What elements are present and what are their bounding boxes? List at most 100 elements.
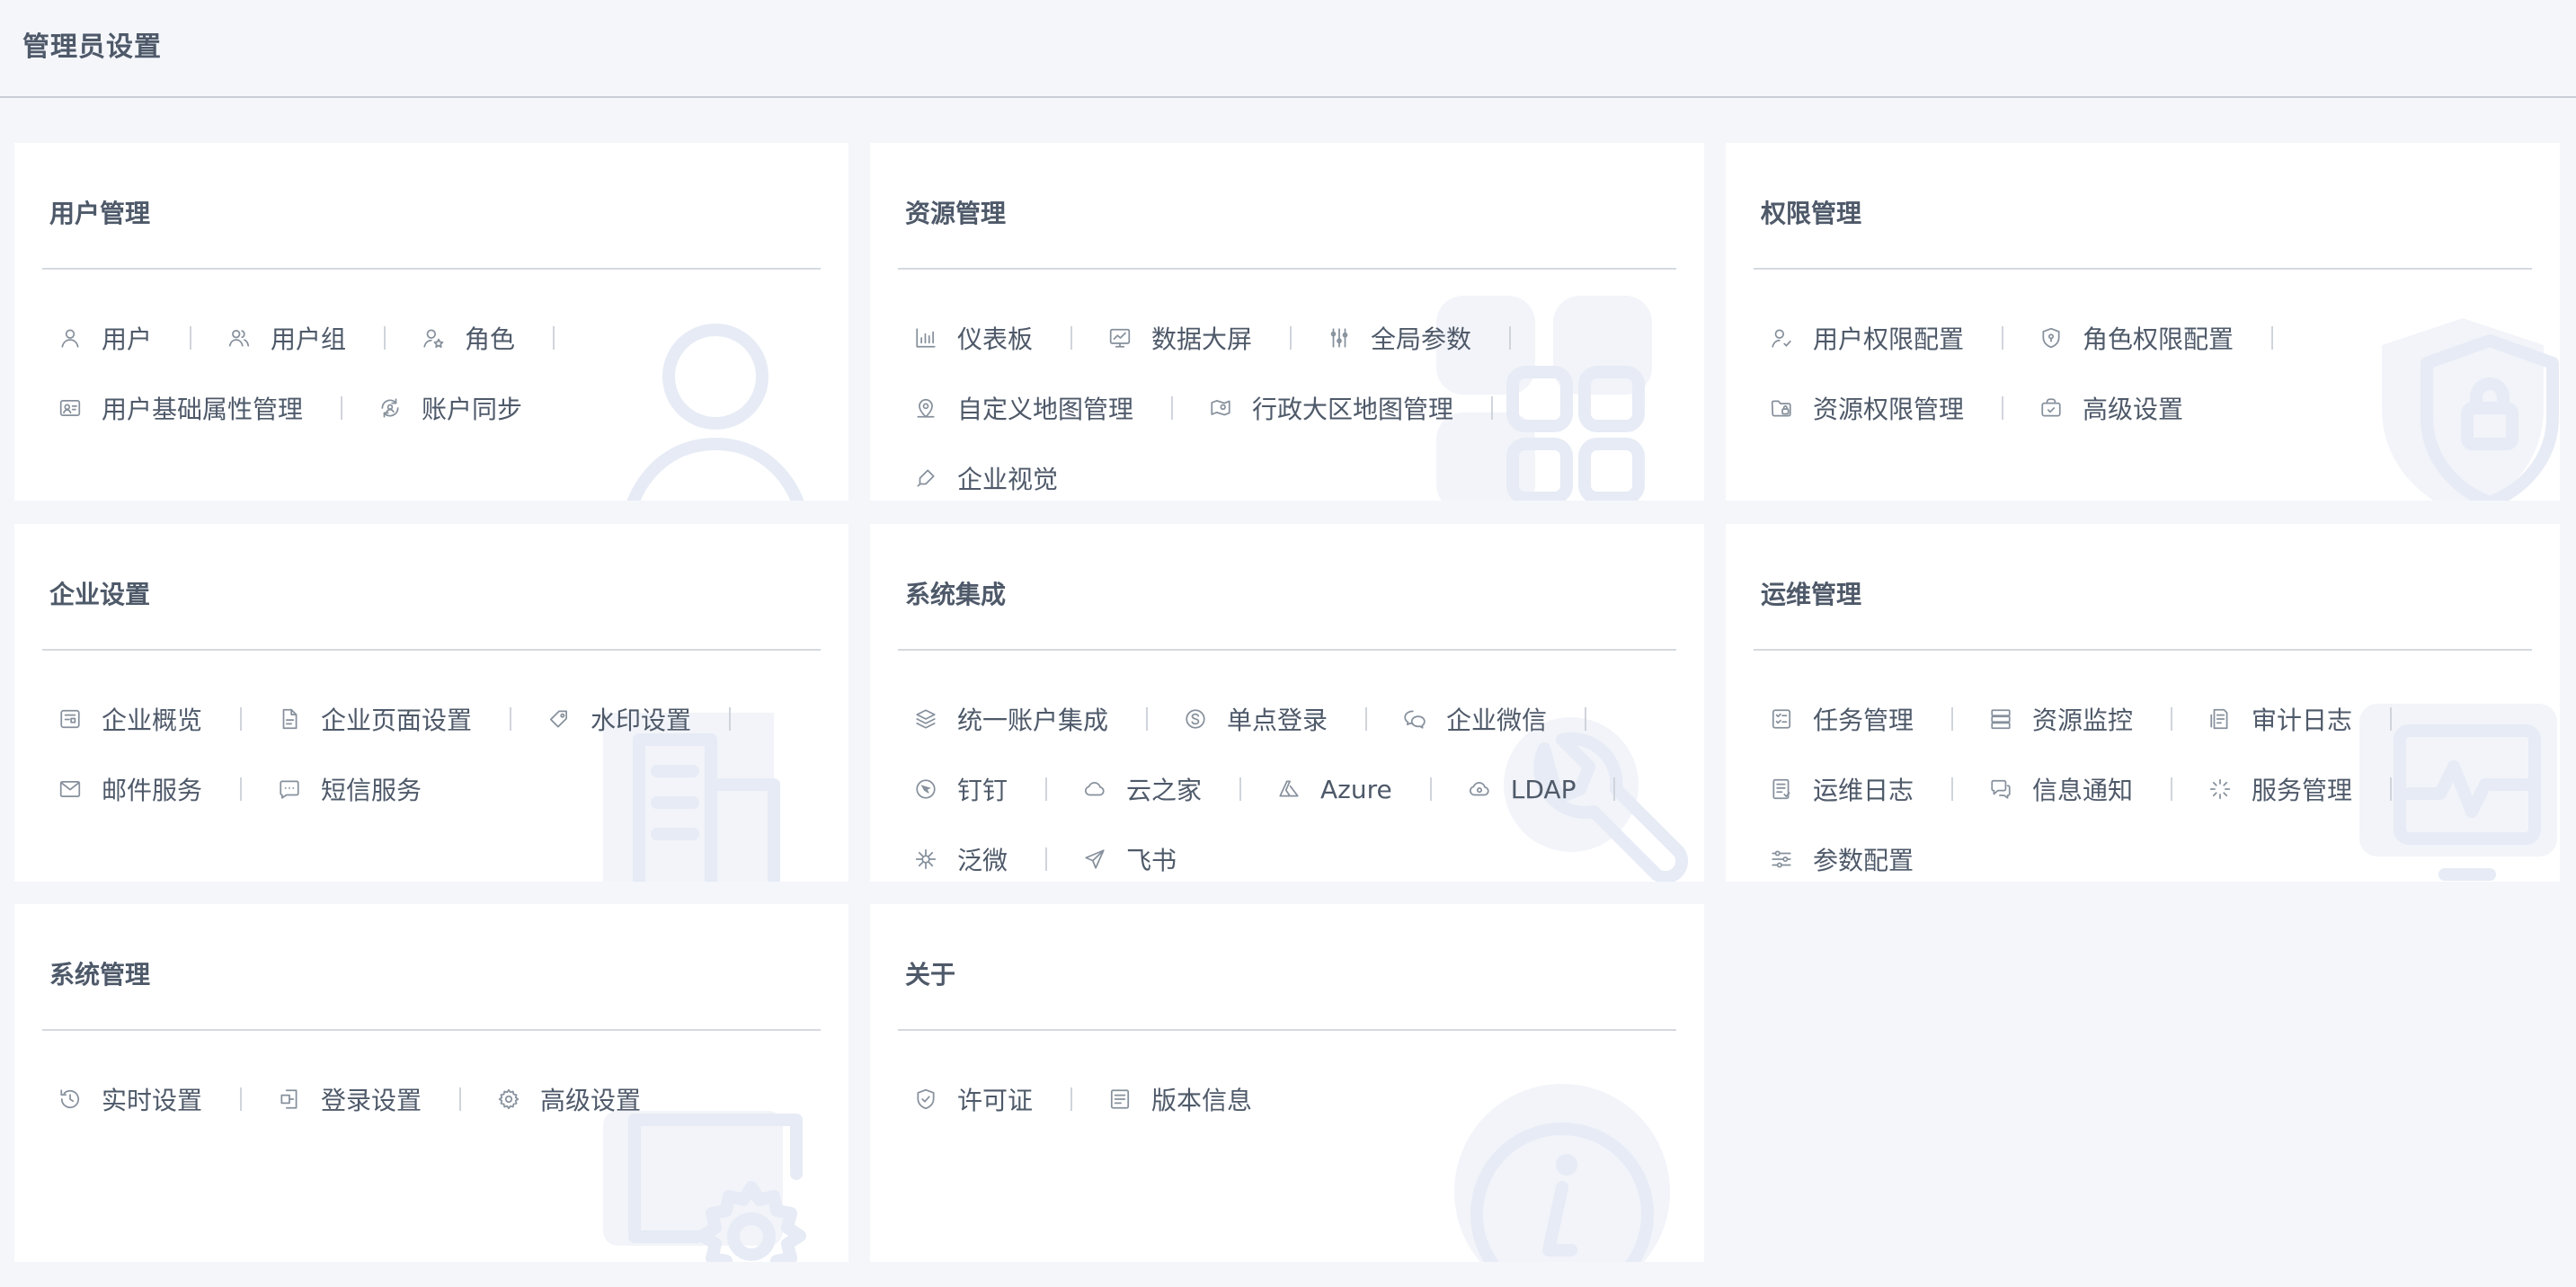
settings-link-label: 邮件服务 <box>102 776 203 805</box>
settings-card: 权限管理 用户权限配置 角色权限配置 资源权限管理 高级设置 <box>1726 143 2560 501</box>
settings-link-label: 钉钉 <box>957 776 1008 805</box>
settings-link[interactable]: 用户组 <box>211 318 362 358</box>
settings-link[interactable]: 仪表板 <box>898 318 1049 358</box>
settings-card: 资源管理 仪表板 数据大屏 全局参数 自定义地图管理 行政大区地图管理 企业视觉 <box>870 143 1704 501</box>
card-divider <box>1754 649 2532 651</box>
settings-link-label: 泛微 <box>957 846 1008 875</box>
settings-link[interactable]: 单点登录 <box>1168 699 1344 739</box>
settings-link[interactable]: 邮件服务 <box>42 769 218 809</box>
settings-link-label: 账户同步 <box>422 395 523 424</box>
settings-link[interactable]: 资源权限管理 <box>1754 388 1980 428</box>
settings-link[interactable]: 高级设置 <box>2023 388 2199 428</box>
account-sync-icon <box>381 398 399 418</box>
item-row: 资源权限管理 高级设置 <box>1754 373 2532 443</box>
settings-link[interactable]: LDAP <box>1452 769 1593 809</box>
settings-link[interactable]: 高级设置 <box>481 1079 657 1119</box>
item-separator <box>1365 707 1368 731</box>
settings-link-label: LDAP <box>1510 774 1577 804</box>
item-separator <box>1070 326 1073 350</box>
settings-link[interactable]: 飞书 <box>1067 839 1193 879</box>
settings-link[interactable]: 自定义地图管理 <box>898 388 1150 428</box>
page-icon <box>282 708 298 730</box>
item-separator <box>240 777 243 801</box>
settings-link[interactable]: 任务管理 <box>1754 699 1930 739</box>
region-map-icon <box>1211 400 1230 416</box>
version-icon <box>1110 1089 1130 1109</box>
item-separator <box>2390 707 2393 731</box>
sliders-icon <box>1330 328 1348 348</box>
item-row: 自定义地图管理 行政大区地图管理 <box>898 373 1676 443</box>
dingtalk-icon <box>916 779 936 799</box>
settings-link-label: 云之家 <box>1126 776 1203 805</box>
settings-card: 系统管理实时设置 登录设置 高级设置 <box>14 904 848 1262</box>
item-row: 邮件服务 短信服务 <box>42 754 821 824</box>
user-icon <box>61 329 79 348</box>
item-separator <box>2171 707 2173 731</box>
settings-link[interactable]: 账户同步 <box>362 388 538 428</box>
item-separator <box>1045 777 1048 801</box>
settings-link[interactable]: 数据大屏 <box>1092 318 1268 358</box>
settings-link[interactable]: 运维日志 <box>1754 769 1930 809</box>
settings-link[interactable]: 企业视觉 <box>898 458 1074 498</box>
card-divider <box>42 1029 821 1031</box>
settings-card: 用户管理用户 用户组 角色用户基础属性管理 账户同步 <box>14 143 848 501</box>
card-title: 用户管理 <box>49 199 151 228</box>
settings-link[interactable]: 水印设置 <box>531 699 707 739</box>
settings-link-label: 用户 <box>102 324 153 354</box>
settings-link-label: 资源监控 <box>2032 706 2134 735</box>
settings-link[interactable]: 登录设置 <box>262 1079 438 1119</box>
settings-link-label: 角色权限配置 <box>2083 324 2234 354</box>
item-separator <box>1585 707 1587 731</box>
card-divider <box>42 268 821 270</box>
settings-link[interactable]: 用户权限配置 <box>1754 318 1980 358</box>
settings-link[interactable]: 统一账户集成 <box>898 699 1124 739</box>
settings-link[interactable]: Azure <box>1261 769 1408 809</box>
settings-link[interactable]: 许可证 <box>898 1079 1049 1119</box>
shield-icon <box>2042 327 2060 349</box>
sms-icon <box>280 780 299 799</box>
settings-link[interactable]: 全局参数 <box>1311 318 1488 358</box>
settings-link-label: 飞书 <box>1126 846 1177 875</box>
settings-link[interactable]: 企业微信 <box>1387 699 1563 739</box>
item-separator <box>459 1087 462 1111</box>
settings-link[interactable]: 云之家 <box>1067 769 1218 809</box>
item-row: 参数配置 <box>1754 824 2532 882</box>
settings-link[interactable]: 企业概览 <box>42 699 218 739</box>
folder-lock-icon <box>1771 400 1791 417</box>
settings-link[interactable]: 短信服务 <box>262 769 438 809</box>
mail-icon <box>59 781 81 797</box>
item-row: 用户权限配置 角色权限配置 <box>1754 303 2532 373</box>
wecom-icon <box>1404 710 1426 729</box>
item-separator <box>1429 777 1432 801</box>
settings-link[interactable]: 实时设置 <box>42 1079 218 1119</box>
settings-link-label: 高级设置 <box>2083 395 2184 424</box>
overview-icon <box>60 709 80 729</box>
settings-link[interactable]: 信息通知 <box>1973 769 2149 809</box>
settings-link[interactable]: 行政大区地图管理 <box>1193 388 1470 428</box>
user-permission-icon <box>1772 329 1791 348</box>
card-items: 用户 用户组 角色用户基础属性管理 账户同步 <box>42 303 821 443</box>
item-row: 统一账户集成 单点登录 企业微信 <box>898 684 1676 754</box>
settings-link[interactable]: 企业页面设置 <box>262 699 488 739</box>
settings-link-label: 版本信息 <box>1151 1086 1253 1115</box>
card-items: 许可证 版本信息 <box>898 1064 1676 1134</box>
settings-link[interactable]: 用户 <box>42 318 168 358</box>
item-separator <box>341 396 343 420</box>
settings-link[interactable]: 参数配置 <box>1754 839 1930 879</box>
task-icon <box>1772 709 1791 729</box>
card-title: 系统管理 <box>49 960 151 990</box>
settings-link[interactable]: 用户基础属性管理 <box>42 388 319 428</box>
settings-link[interactable]: 服务管理 <box>2192 769 2368 809</box>
card-title: 关于 <box>905 960 956 990</box>
card-divider <box>42 649 821 651</box>
map-pin-icon <box>917 398 935 418</box>
settings-link[interactable]: 泛微 <box>898 839 1024 879</box>
settings-link[interactable]: 版本信息 <box>1092 1079 1268 1119</box>
settings-link[interactable]: 审计日志 <box>2192 699 2368 739</box>
settings-link[interactable]: 钉钉 <box>898 769 1024 809</box>
item-separator <box>1613 777 1616 801</box>
settings-link[interactable]: 角色权限配置 <box>2023 318 2250 358</box>
item-row: 钉钉 云之家 Azure LDAP <box>898 754 1676 824</box>
settings-link[interactable]: 角色 <box>405 318 531 358</box>
settings-link[interactable]: 资源监控 <box>1973 699 2149 739</box>
